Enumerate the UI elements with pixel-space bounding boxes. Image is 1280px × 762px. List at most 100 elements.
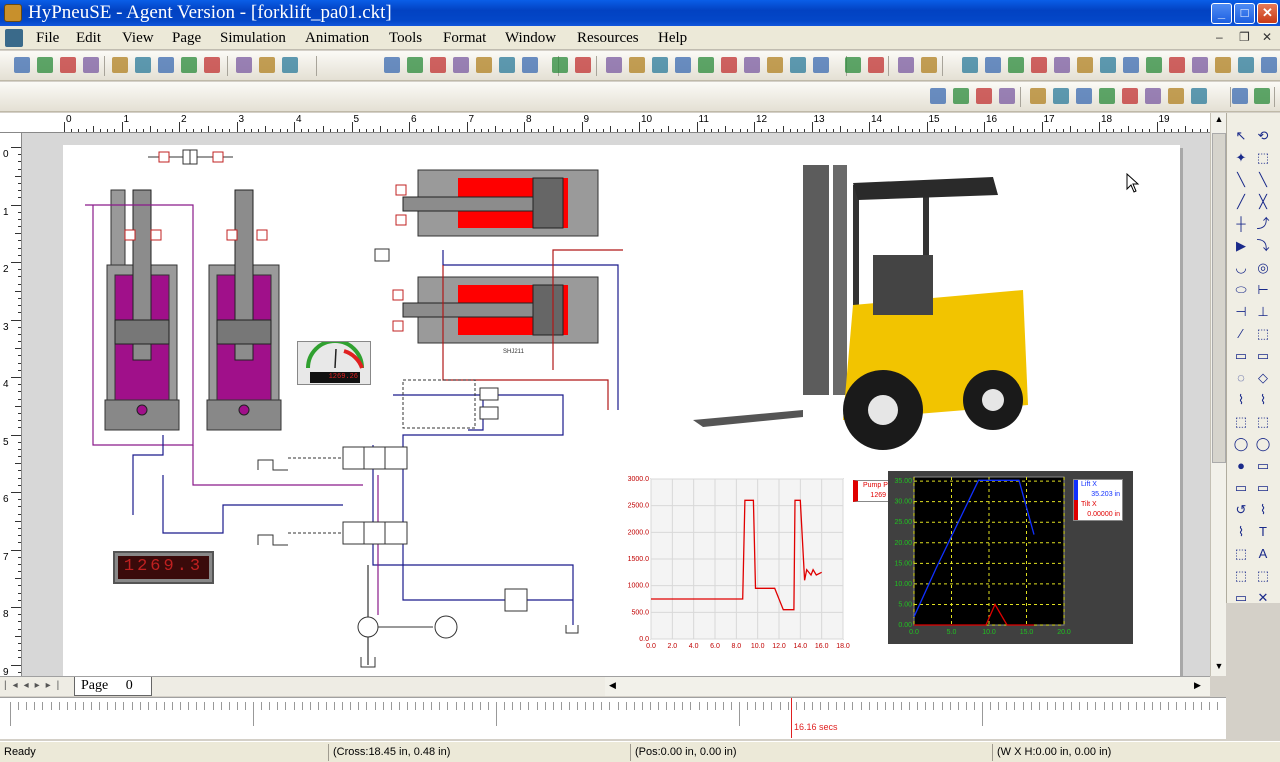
- tb1-button-20-icon[interactable]: [575, 57, 591, 73]
- menu-page[interactable]: Page: [172, 30, 201, 47]
- palette-tool-36-icon[interactable]: ⌇: [1232, 523, 1250, 541]
- tb1-button-46-icon[interactable]: [1215, 57, 1231, 73]
- tb1-button-32-icon[interactable]: [868, 57, 884, 73]
- tb1-button-35-icon[interactable]: [962, 57, 978, 73]
- palette-tool-4-icon[interactable]: ╲: [1232, 171, 1250, 189]
- menu-animation[interactable]: Animation: [305, 30, 369, 47]
- palette-tool-13-icon[interactable]: ◎: [1254, 259, 1272, 277]
- palette-tool-5-icon[interactable]: ╲: [1254, 171, 1272, 189]
- tb2-button-9-icon[interactable]: [1145, 88, 1161, 104]
- tb2-button-12-icon[interactable]: [1232, 88, 1248, 104]
- lift-control-valve[interactable]: [257, 446, 408, 471]
- tb1-button-13-icon[interactable]: [407, 57, 423, 73]
- tb1-button-33-icon[interactable]: [898, 57, 914, 73]
- palette-tool-39-icon[interactable]: A: [1254, 545, 1272, 563]
- vertical-scrollbar[interactable]: ▲ ▼: [1210, 113, 1226, 676]
- palette-tool-24-icon[interactable]: ⌇: [1232, 391, 1250, 409]
- scroll-up-icon[interactable]: ▲: [1212, 114, 1226, 128]
- palette-tool-3-icon[interactable]: ⬚: [1254, 149, 1272, 167]
- tb1-button-9-icon[interactable]: [236, 57, 252, 73]
- tb1-button-12-icon[interactable]: [384, 57, 400, 73]
- palette-tool-28-icon[interactable]: ◯: [1232, 435, 1250, 453]
- tb2-button-4-icon[interactable]: [1030, 88, 1046, 104]
- palette-tool-7-icon[interactable]: ╳: [1254, 193, 1272, 211]
- menu-help[interactable]: Help: [658, 30, 687, 47]
- menu-file[interactable]: File: [36, 30, 59, 47]
- counterbalance-valve[interactable]: [402, 379, 476, 429]
- tb1-button-11-icon[interactable]: [282, 57, 298, 73]
- palette-tool-34-icon[interactable]: ↺: [1232, 501, 1250, 519]
- menu-window[interactable]: Window: [505, 30, 556, 47]
- palette-tool-20-icon[interactable]: ▭: [1232, 347, 1250, 365]
- palette-tool-12-icon[interactable]: ◡: [1232, 259, 1250, 277]
- tb1-button-23-icon[interactable]: [652, 57, 668, 73]
- tb1-button-4-icon[interactable]: [112, 57, 128, 73]
- palette-tool-23-icon[interactable]: ◇: [1254, 369, 1272, 387]
- palette-tool-27-icon[interactable]: ⬚: [1254, 413, 1272, 431]
- palette-tool-16-icon[interactable]: ⊣: [1232, 303, 1250, 321]
- tb1-button-7-icon[interactable]: [181, 57, 197, 73]
- vertical-scroll-thumb[interactable]: [1212, 133, 1226, 463]
- palette-tool-15-icon[interactable]: ⊢: [1254, 281, 1272, 299]
- digital-display[interactable]: 1269.3: [113, 551, 214, 584]
- top-valve-symbol[interactable]: [148, 149, 233, 165]
- palette-tool-6-icon[interactable]: ╱: [1232, 193, 1250, 211]
- palette-tool-8-icon[interactable]: ┼: [1232, 215, 1250, 233]
- tb2-button-2-icon[interactable]: [976, 88, 992, 104]
- palette-tool-30-icon[interactable]: ●: [1232, 457, 1250, 475]
- document-icon[interactable]: [5, 29, 23, 47]
- drawing-canvas[interactable]: SHJ211 1269.26 1269.3 0.0 2.0 4.0 6.0 8.…: [22, 133, 1210, 676]
- motor-symbol[interactable]: [434, 615, 458, 639]
- tb1-button-18-icon[interactable]: [522, 57, 538, 73]
- palette-tool-18-icon[interactable]: ∕: [1232, 325, 1250, 343]
- tb1-button-15-icon[interactable]: [453, 57, 469, 73]
- palette-tool-10-icon[interactable]: ▶: [1232, 237, 1250, 255]
- menu-format[interactable]: Format: [443, 30, 486, 47]
- palette-tool-31-icon[interactable]: ▭: [1254, 457, 1272, 475]
- tb2-button-7-icon[interactable]: [1099, 88, 1115, 104]
- mdi-minimize-button[interactable]: –: [1216, 30, 1223, 44]
- tb1-button-5-icon[interactable]: [135, 57, 151, 73]
- check-valve-lower[interactable]: [479, 406, 499, 420]
- tb1-button-37-icon[interactable]: [1008, 57, 1024, 73]
- tb2-button-3-icon[interactable]: [999, 88, 1015, 104]
- tb1-button-16-icon[interactable]: [476, 57, 492, 73]
- tb1-button-21-icon[interactable]: [606, 57, 622, 73]
- menu-simulation[interactable]: Simulation: [220, 30, 286, 47]
- tb1-button-34-icon[interactable]: [921, 57, 937, 73]
- scroll-down-icon[interactable]: ▼: [1212, 661, 1226, 675]
- tb1-button-26-icon[interactable]: [721, 57, 737, 73]
- mdi-close-button[interactable]: ✕: [1262, 30, 1272, 44]
- tb1-button-24-icon[interactable]: [675, 57, 691, 73]
- tb1-button-30-icon[interactable]: [813, 57, 829, 73]
- minimize-button[interactable]: _: [1211, 3, 1232, 24]
- palette-tool-37-icon[interactable]: T: [1254, 523, 1272, 541]
- tb1-button-0-icon[interactable]: [14, 57, 30, 73]
- pressure-gauge[interactable]: 1269.26: [297, 341, 371, 385]
- menu-tools[interactable]: Tools: [389, 30, 422, 47]
- timeline-cursor[interactable]: [791, 698, 792, 738]
- tb1-button-14-icon[interactable]: [430, 57, 446, 73]
- tb1-button-2-icon[interactable]: [60, 57, 76, 73]
- palette-tool-22-icon[interactable]: ◌: [1232, 369, 1250, 387]
- scroll-left-icon[interactable]: ◀: [609, 680, 616, 691]
- tb1-button-29-icon[interactable]: [790, 57, 806, 73]
- tb1-button-19-icon[interactable]: [552, 57, 568, 73]
- menu-resources[interactable]: Resources: [577, 30, 639, 47]
- tb2-button-6-icon[interactable]: [1076, 88, 1092, 104]
- tb1-button-6-icon[interactable]: [158, 57, 174, 73]
- lift-cylinder-left[interactable]: [104, 189, 180, 431]
- pressure-chart[interactable]: 0.0 2.0 4.0 6.0 8.0 10.0 12.0 14.0 16.0 18.0 0.0 50…: [613, 473, 850, 653]
- palette-tool-40-icon[interactable]: ⬚: [1232, 567, 1250, 585]
- tb2-button-1-icon[interactable]: [953, 88, 969, 104]
- tb1-button-3-icon[interactable]: [83, 57, 99, 73]
- tb1-button-39-icon[interactable]: [1054, 57, 1070, 73]
- palette-tool-26-icon[interactable]: ⬚: [1232, 413, 1250, 431]
- tb1-button-25-icon[interactable]: [698, 57, 714, 73]
- menu-view[interactable]: View: [122, 30, 154, 47]
- tb1-button-41-icon[interactable]: [1100, 57, 1116, 73]
- relief-valve[interactable]: [504, 588, 528, 612]
- lift-cylinder-right[interactable]: [206, 189, 282, 431]
- pump-symbol[interactable]: [357, 616, 379, 638]
- palette-tool-1-icon[interactable]: ⟲: [1254, 127, 1272, 145]
